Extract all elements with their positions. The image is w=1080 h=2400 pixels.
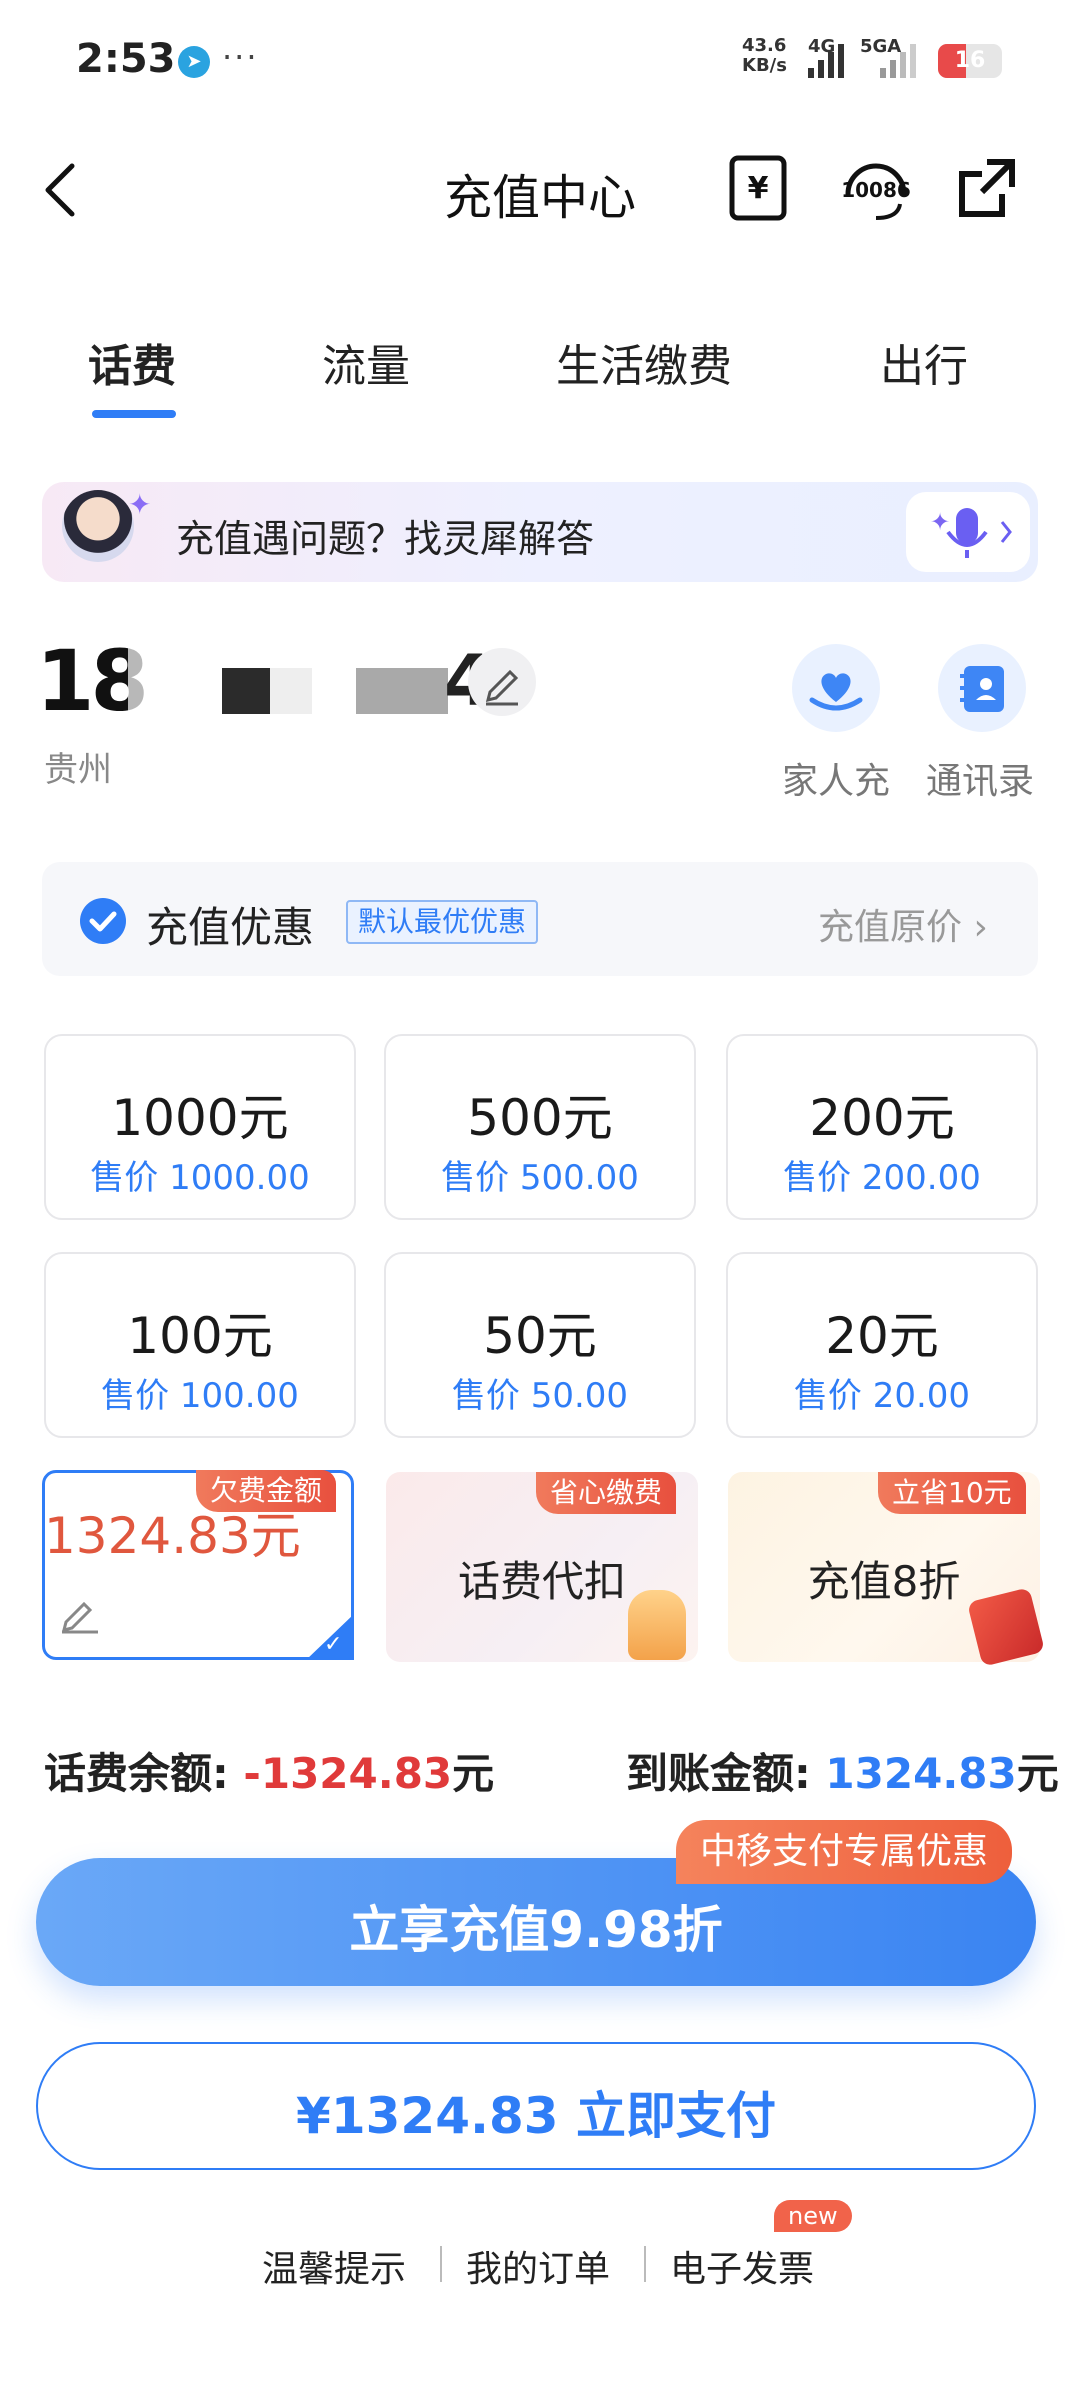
amount-value: 500元 — [467, 1089, 613, 1147]
edit-number-button[interactable] — [468, 648, 536, 716]
selected-check-mark-icon: ✓ — [324, 1632, 343, 1657]
amount-value: 100元 — [127, 1307, 273, 1365]
arrival-row: 到账金额: 1324.83元 — [626, 1740, 1059, 1801]
discount-badge: 立省10元 — [878, 1472, 1026, 1514]
edit-amount-icon[interactable] — [58, 1594, 102, 1638]
arrival-label: 到账金额: — [626, 1749, 811, 1798]
battery-level: 16 — [954, 48, 986, 73]
tab-life-payment[interactable]: 生活缴费 — [556, 330, 732, 394]
phone-mask — [128, 640, 168, 740]
tab-phone-bill[interactable]: 话费 — [88, 330, 176, 394]
thumbs-up-icon — [628, 1590, 686, 1660]
pay-now-label[interactable]: ¥1324.83 立即支付 — [36, 2076, 1036, 2148]
customer-service-icon[interactable]: 10086 — [836, 154, 916, 222]
family-recharge-label[interactable]: 家人充 — [782, 752, 890, 804]
contacts-label[interactable]: 通讯录 — [926, 752, 1034, 804]
tab-active-indicator — [92, 410, 176, 418]
svg-text:¥: ¥ — [748, 171, 769, 206]
share-icon[interactable] — [954, 154, 1018, 222]
amount-card[interactable]: 50元 售价 50.00 — [384, 1252, 696, 1438]
arrear-amount-value: 1324.83元 — [44, 1507, 301, 1565]
redacted-block — [356, 668, 448, 714]
contacts-icon[interactable] — [938, 644, 1026, 732]
balance-unit: 元 — [452, 1749, 495, 1798]
redacted-block — [270, 668, 312, 714]
svg-text:✦: ✦ — [930, 508, 950, 536]
amount-price: 售价 50.00 — [451, 1376, 629, 1416]
exclusive-offer-badge: 中移支付专属优惠 — [676, 1820, 1013, 1884]
voice-assistant-button[interactable]: ✦ — [906, 492, 1030, 572]
amount-card[interactable]: 200元 售价 200.00 — [726, 1034, 1038, 1220]
amount-value: 1000元 — [111, 1089, 289, 1147]
promo-tag: 默认最优优惠 — [346, 900, 539, 944]
amount-price: 售价 1000.00 — [90, 1158, 310, 1198]
tab-data[interactable]: 流量 — [322, 330, 410, 394]
page-title: 充值中心 — [443, 170, 636, 226]
sparkle-icon: ✦ — [128, 488, 152, 521]
amount-value: 50元 — [483, 1307, 597, 1365]
status-time: 2:53 — [76, 36, 176, 82]
number-region: 贵州 — [44, 750, 112, 790]
amount-price: 售价 100.00 — [101, 1376, 299, 1416]
battery-icon: 16 — [938, 44, 1002, 78]
e-invoice-link[interactable]: 电子发票 — [670, 2240, 814, 2292]
signal-2-icon — [880, 42, 916, 78]
amount-value: 20元 — [825, 1307, 939, 1365]
balance-row: 话费余额: -1324.83元 — [44, 1740, 494, 1801]
new-badge: new — [774, 2200, 852, 2232]
promo-label: 充值优惠 — [146, 903, 315, 952]
signal-icon — [808, 42, 844, 78]
amount-card[interactable]: 500元 售价 500.00 — [384, 1034, 696, 1220]
arrival-unit: 元 — [1016, 1749, 1059, 1798]
assistant-banner-text: 充值遇问题？找灵犀解答 — [176, 517, 595, 561]
payment-record-icon[interactable]: ¥ — [726, 154, 790, 222]
family-recharge-icon[interactable] — [792, 644, 880, 732]
service-number: 10086 — [841, 178, 911, 202]
net-speed-unit: KB/s — [742, 55, 787, 76]
amount-price: 售价 200.00 — [783, 1158, 981, 1198]
telegram-icon: ➤ — [178, 46, 210, 78]
auto-deduct-badge: 省心缴费 — [536, 1472, 677, 1514]
assistant-avatar — [62, 490, 134, 562]
more-notifications-icon: ··· — [222, 38, 259, 76]
discount-recharge-label[interactable]: 立享充值9.98折 — [36, 1890, 1036, 1962]
balance-value: -1324.83 — [243, 1749, 453, 1798]
balance-label: 话费余额: — [44, 1749, 229, 1798]
arrival-value: 1324.83 — [825, 1749, 1017, 1798]
redacted-block — [222, 668, 270, 714]
net-speed-value: 43.6 — [742, 35, 787, 56]
amount-price: 售价 20.00 — [793, 1376, 971, 1416]
net-speed: 43.6 KB/s — [742, 36, 787, 76]
tips-link[interactable]: 温馨提示 — [262, 2240, 406, 2292]
amount-price: 售价 500.00 — [441, 1158, 639, 1198]
amount-card[interactable]: 1000元 售价 1000.00 — [44, 1034, 356, 1220]
amount-card[interactable]: 100元 售价 100.00 — [44, 1252, 356, 1438]
tab-travel[interactable]: 出行 — [880, 330, 968, 394]
original-price-link[interactable]: 充值原价 › — [818, 898, 988, 950]
divider — [440, 2246, 442, 2282]
my-orders-link[interactable]: 我的订单 — [466, 2240, 610, 2292]
amount-card[interactable]: 20元 售价 20.00 — [726, 1252, 1038, 1438]
promo-checkbox[interactable] — [80, 898, 126, 944]
divider — [644, 2246, 646, 2282]
amount-value: 200元 — [809, 1089, 955, 1147]
